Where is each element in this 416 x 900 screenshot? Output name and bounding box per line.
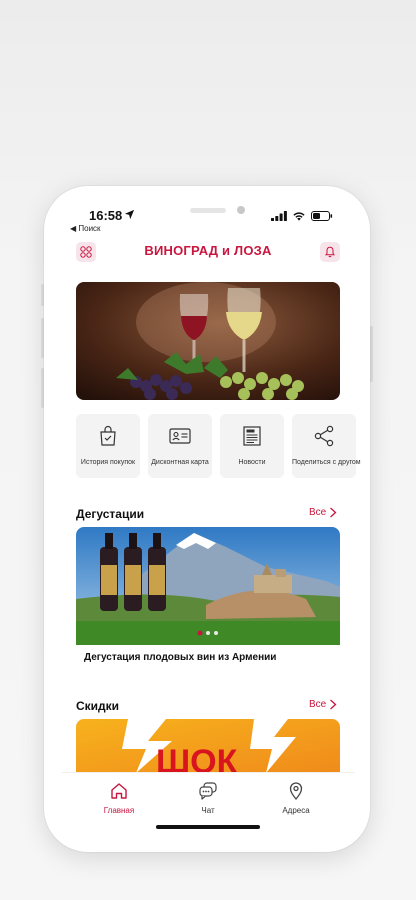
see-all-label: Все (309, 699, 327, 710)
tastings-see-all-link[interactable]: Все (309, 507, 337, 518)
battery-icon (311, 211, 333, 221)
shopping-bag-icon (100, 425, 116, 446)
front-camera (237, 206, 245, 214)
quick-action-label: Дисконтная карта (151, 459, 209, 466)
home-icon (111, 783, 127, 799)
quick-action-share[interactable]: Поделиться с другом (292, 414, 361, 478)
share-icon (314, 425, 334, 447)
chevron-right-icon (330, 507, 337, 518)
id-card-icon (169, 428, 191, 444)
quick-action-label: История покупок (80, 459, 136, 466)
app-logo-title: ВИНОГРАД и ЛОЗА (144, 243, 272, 258)
status-indicators (271, 211, 333, 221)
tab-label: Чат (201, 806, 215, 815)
newspaper-icon (243, 426, 261, 446)
section-title-tastings: Дегустации (76, 507, 145, 521)
quick-action-news[interactable]: Новости (220, 414, 284, 478)
quick-action-discount-card[interactable]: Дисконтная карта (148, 414, 212, 478)
tab-label: Адреса (282, 806, 310, 815)
tab-label: Главная (103, 806, 135, 815)
promo-text: ШОК (156, 743, 238, 773)
quick-action-label: Поделиться с другом (292, 459, 361, 466)
home-indicator[interactable] (156, 825, 260, 829)
tab-addresses[interactable]: Адреса (261, 781, 331, 815)
location-arrow-icon (124, 209, 135, 220)
discounts-see-all-link[interactable]: Все (309, 699, 337, 710)
location-pin-icon (289, 782, 303, 801)
menu-grid-button[interactable] (76, 242, 96, 262)
hero-banner[interactable] (76, 282, 340, 400)
chat-icon (199, 782, 217, 800)
phone-power-button (370, 326, 373, 382)
grid-icon (80, 246, 92, 258)
back-to-search-link[interactable]: ◀ Поиск (70, 224, 101, 233)
see-all-label: Все (309, 507, 327, 518)
tasting-card-image[interactable] (76, 527, 340, 645)
quick-action-purchase-history[interactable]: История покупок (76, 414, 140, 478)
tab-home[interactable]: Главная (84, 781, 154, 815)
tasting-card-title[interactable]: Дегустация плодовых вин из Армении (84, 652, 276, 663)
tab-chat[interactable]: Чат (173, 781, 243, 815)
speaker-grille (190, 208, 226, 213)
wifi-icon (293, 212, 305, 221)
notifications-button[interactable] (320, 242, 340, 262)
section-title-discounts: Скидки (76, 699, 120, 713)
status-time: 16:58 (89, 208, 123, 223)
armenia-landscape-wine-bottles-image (76, 527, 340, 645)
discount-promo-banner[interactable]: ШОК (76, 719, 340, 773)
quick-action-label: Новости (238, 459, 266, 466)
shock-sale-image: ШОК (76, 719, 340, 773)
chevron-right-icon (330, 699, 337, 710)
bell-icon (325, 246, 335, 258)
wine-glasses-grapes-image (76, 282, 340, 400)
cellular-signal-icon (271, 211, 287, 221)
